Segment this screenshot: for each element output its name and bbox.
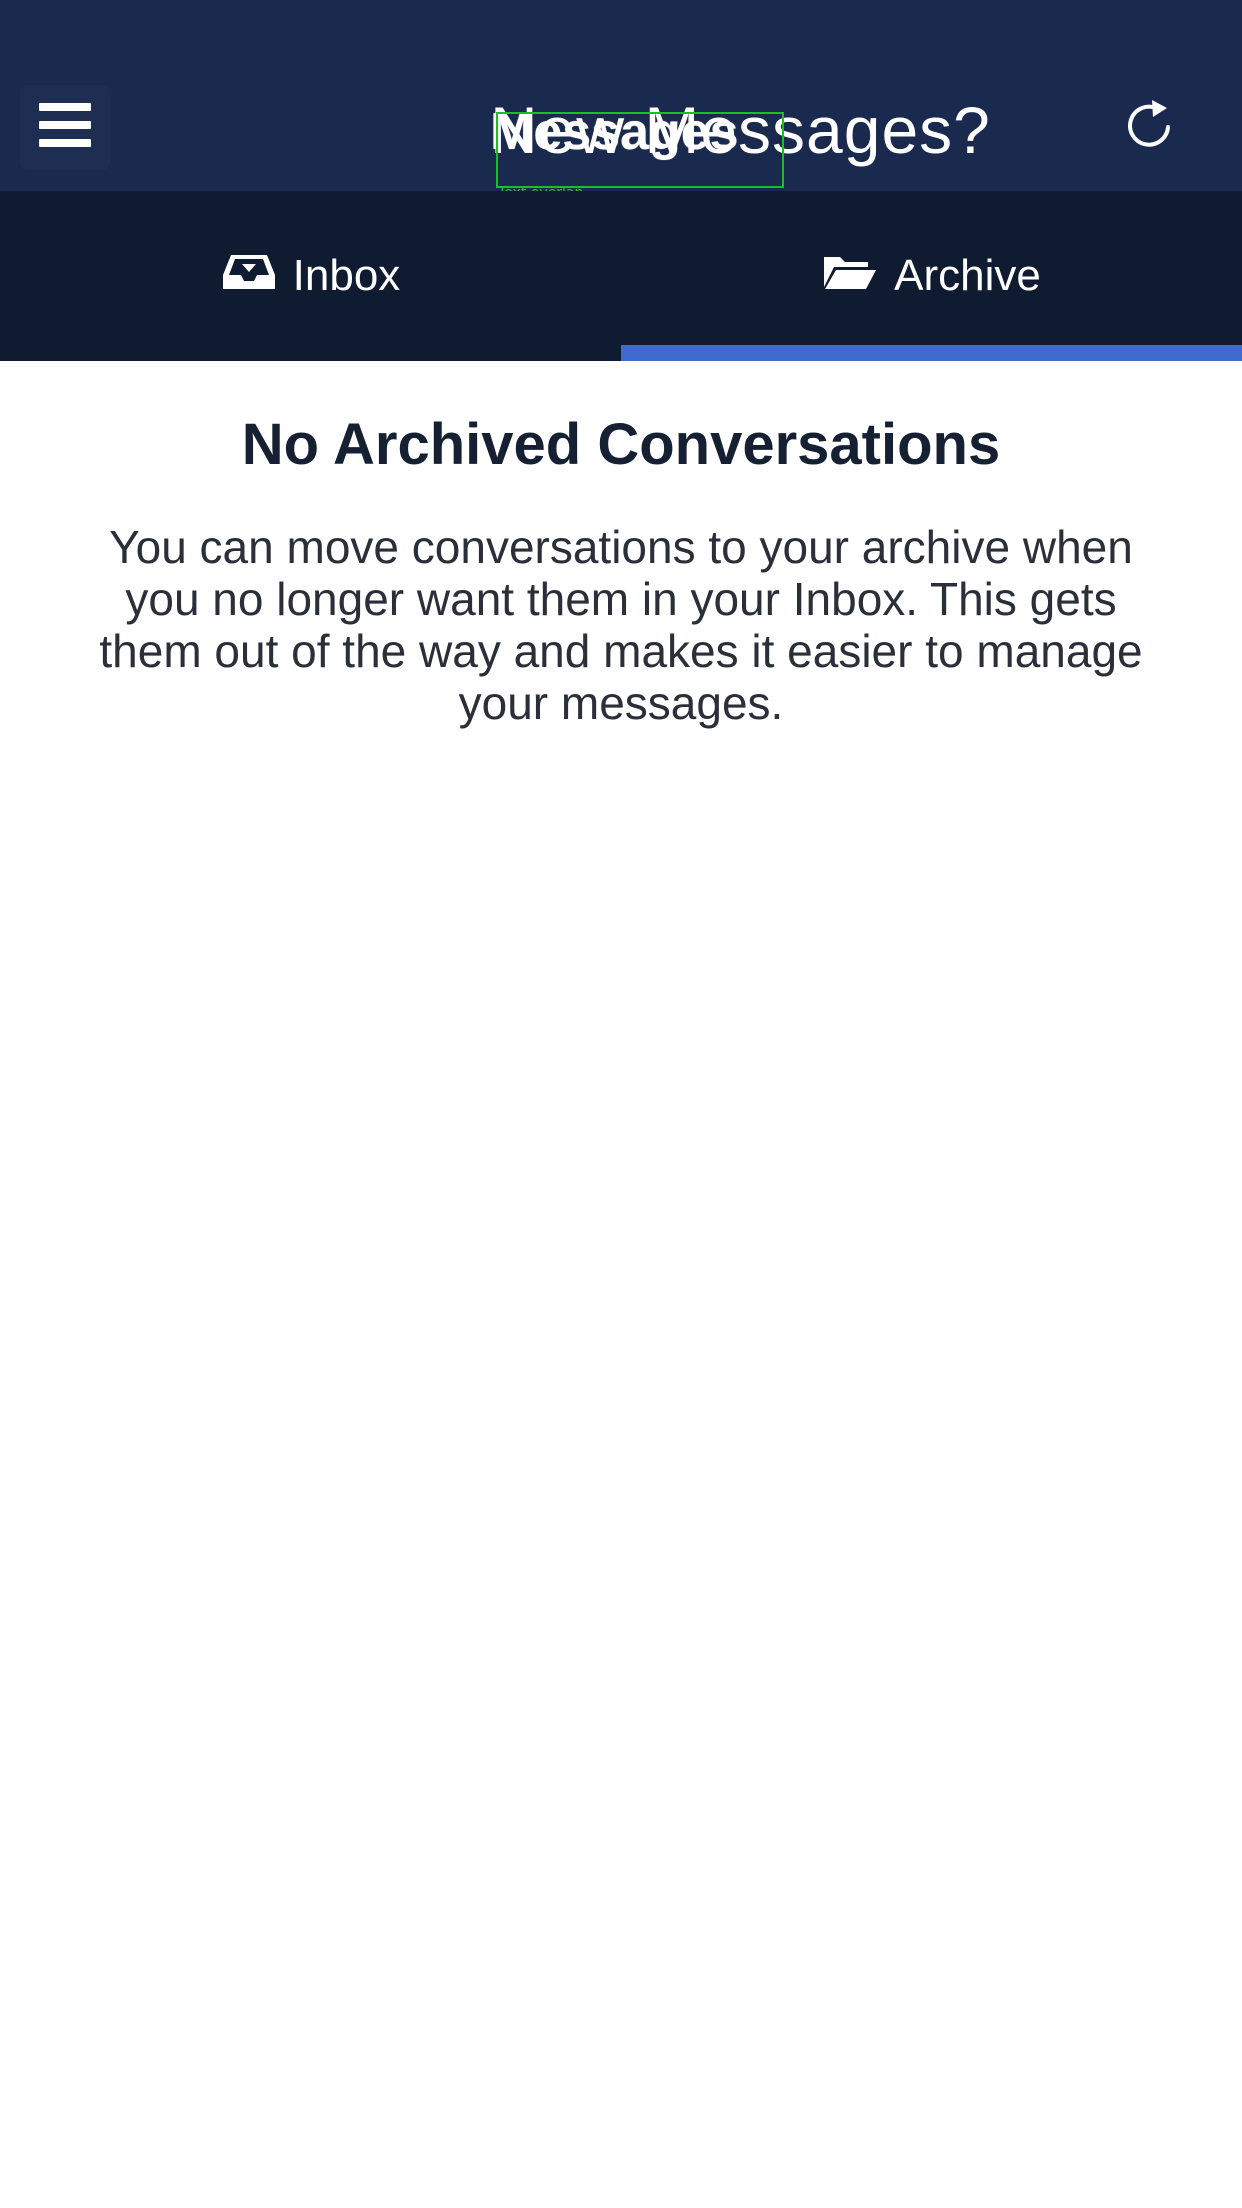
hamburger-menu-icon bbox=[39, 103, 91, 152]
refresh-icon bbox=[1122, 97, 1178, 158]
tab-inbox-label: Inbox bbox=[292, 251, 401, 300]
tab-archive-label: Archive bbox=[894, 251, 1041, 300]
folder-open-icon bbox=[822, 251, 878, 302]
empty-state-message: You can move conversations to your archi… bbox=[99, 520, 1143, 729]
refresh-button[interactable] bbox=[1105, 85, 1195, 170]
tab-archive[interactable]: Archive bbox=[621, 191, 1242, 361]
tab-inbox[interactable]: Inbox bbox=[0, 191, 621, 361]
menu-button[interactable] bbox=[20, 85, 110, 170]
active-tab-indicator bbox=[621, 345, 1242, 361]
inbox-tray-icon bbox=[221, 251, 277, 302]
archive-empty-state: No Archived Conversations You can move c… bbox=[0, 361, 1242, 729]
tab-bar: Inbox Archive bbox=[0, 191, 1242, 361]
empty-state-title: No Archived Conversations bbox=[241, 412, 1001, 477]
text-overlap-marker bbox=[496, 112, 784, 188]
